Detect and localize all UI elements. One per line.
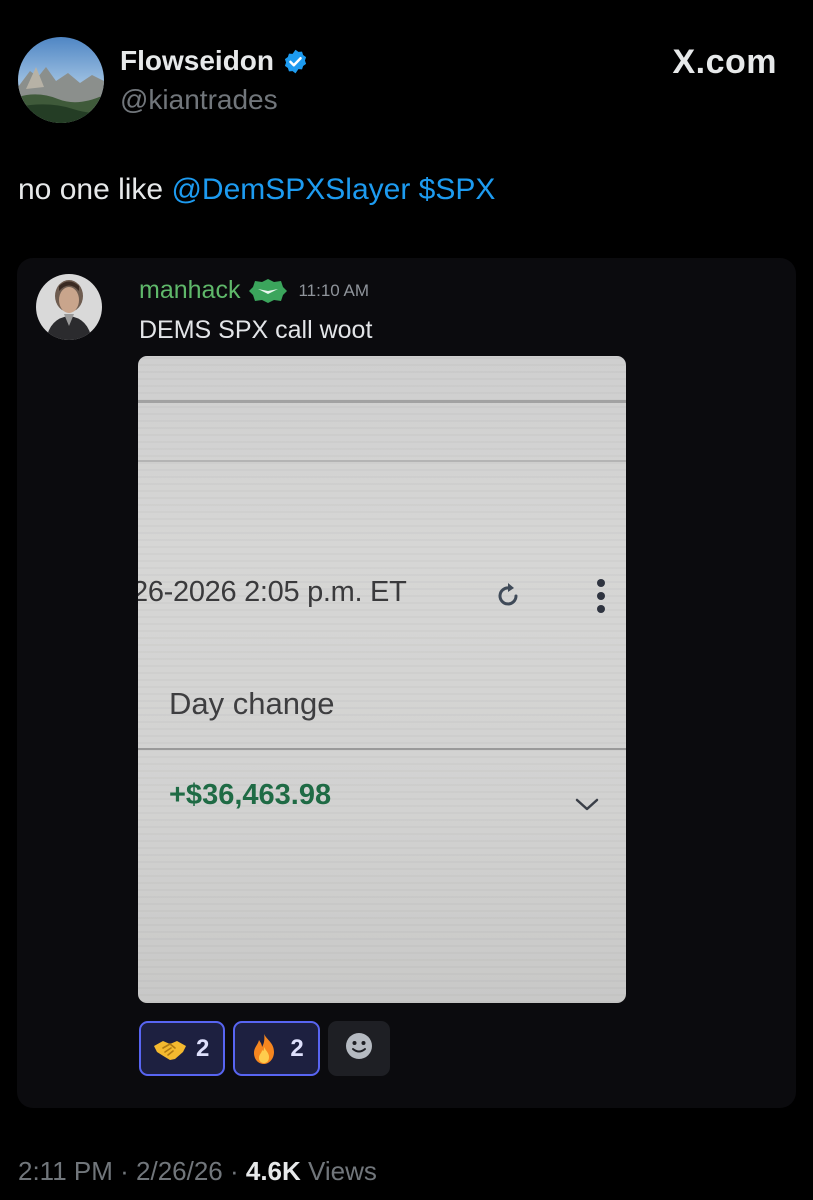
divider [138,460,626,462]
reaction-handshake[interactable]: 2 [139,1021,226,1076]
views-label: Views [308,1156,377,1186]
day-change-value: +$36,463.98 [169,779,332,811]
cashtag-link[interactable]: $SPX [419,173,496,206]
author-avatar[interactable] [18,37,104,123]
mention-link[interactable]: @DemSPXSlayer [171,173,410,206]
tweet-metadata: 2:11 PM · 2/26/26 · 4.6K Views [18,1156,377,1186]
divider [138,400,626,403]
reaction-count: 2 [196,1034,210,1062]
tweet-text-prefix: no one like [18,173,172,206]
verified-badge-icon [282,48,309,75]
author-display-name[interactable]: Flowseidon [120,45,309,77]
author-name-text: Flowseidon [120,45,274,76]
author-handle[interactable]: @kiantrades [120,84,278,116]
chevron-down-icon [574,796,600,814]
smiley-icon [344,1031,374,1066]
x-logo-text: X.com [672,43,777,81]
tweet-text: no one like @DemSPXSlayer $SPX [18,173,495,207]
divider [138,748,626,750]
fire-icon [247,1033,281,1065]
discord-user-avatar [36,274,102,340]
post-time[interactable]: 2:11 PM [18,1156,113,1186]
reaction-count: 2 [290,1034,304,1062]
discord-message-text: DEMS SPX call woot [139,316,373,344]
reaction-fire[interactable]: 2 [233,1021,320,1076]
screen-moire-texture [138,356,626,1003]
views-count: 4.6K [245,1156,301,1186]
more-options-icon [594,576,608,616]
brokerage-screenshot-photo[interactable]: 26-2026 2:05 p.m. ET Day change +$36,463… [138,356,626,1003]
refresh-icon [492,580,524,612]
reaction-bar: 2 2 [139,1021,390,1076]
server-tag-badge-icon [248,278,288,304]
discord-message-header: manhack 11:10 AM [139,276,369,305]
day-change-label: Day change [169,686,335,721]
discord-username[interactable]: manhack [139,276,240,305]
add-reaction-button[interactable] [327,1021,390,1076]
account-timestamp: 26-2026 2:05 p.m. ET [138,576,407,608]
tweet-page: Flowseidon @kiantrades X.com no one like… [0,0,813,1200]
discord-timestamp: 11:10 AM [298,280,370,300]
post-date[interactable]: 2/26/26 [136,1156,223,1186]
handshake-icon [153,1033,187,1065]
